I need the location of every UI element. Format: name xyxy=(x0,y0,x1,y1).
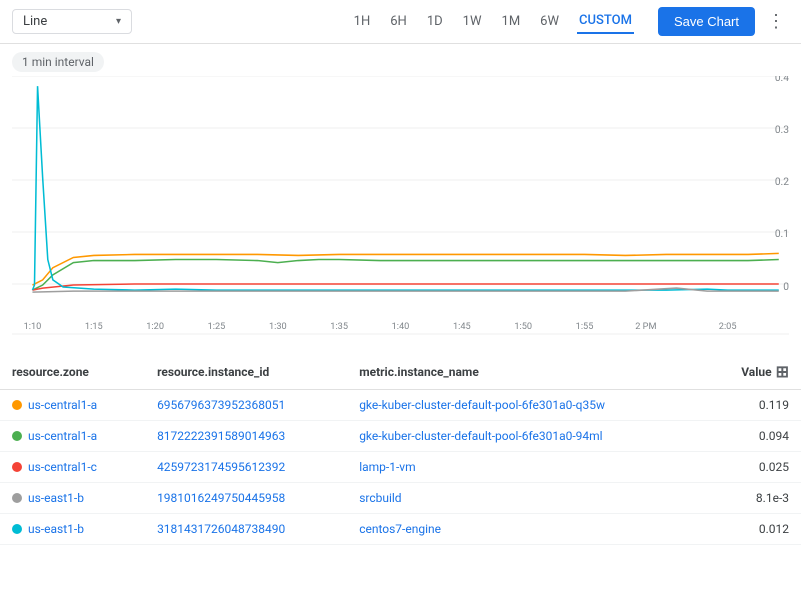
time-filter-1d[interactable]: 1D xyxy=(425,10,445,33)
svg-text:1:35: 1:35 xyxy=(330,321,348,332)
metric-name-link-0[interactable]: gke-kuber-cluster-default-pool-6fe301a0-… xyxy=(359,398,605,412)
cell-zone-0: us-central1-a xyxy=(0,390,145,421)
chart-container: 1 min interval 0.4 0.3 0.2 0.1 0 1:10 1:… xyxy=(0,44,801,354)
cell-metric-4: centos7-engine xyxy=(347,514,705,545)
time-filter-6h[interactable]: 6H xyxy=(388,10,409,33)
svg-text:1:55: 1:55 xyxy=(576,321,594,332)
col-header-instance-id: resource.instance_id xyxy=(145,354,347,390)
col-header-metric: metric.instance_name xyxy=(347,354,705,390)
chart-line-green xyxy=(32,260,778,291)
cell-zone-1: us-central1-a xyxy=(0,421,145,452)
metric-name-link-2[interactable]: lamp-1-vm xyxy=(359,460,415,474)
cell-zone-4: us-east1-b xyxy=(0,514,145,545)
cell-metric-2: lamp-1-vm xyxy=(347,452,705,483)
metrics-table: resource.zone resource.instance_id metri… xyxy=(0,354,801,545)
instance-id-link-4[interactable]: 3181431726048738490 xyxy=(157,522,285,536)
table-header-row: resource.zone resource.instance_id metri… xyxy=(0,354,801,390)
cell-instance-id-2: 4259723174595612392 xyxy=(145,452,347,483)
time-filter-1w[interactable]: 1W xyxy=(461,10,484,33)
chart-type-label: Line xyxy=(23,14,108,29)
svg-text:0.3: 0.3 xyxy=(775,125,789,136)
time-filter-1m[interactable]: 1M xyxy=(500,10,523,33)
chart-line-cyan xyxy=(32,86,778,290)
svg-text:1:45: 1:45 xyxy=(453,321,471,332)
table-row: us-east1-b 1981016249750445958 srcbuild … xyxy=(0,483,801,514)
cell-metric-3: srcbuild xyxy=(347,483,705,514)
instance-id-link-3[interactable]: 1981016249750445958 xyxy=(157,491,285,505)
col-header-zone: resource.zone xyxy=(0,354,145,390)
cell-value-1: 0.094 xyxy=(706,421,801,452)
metric-name-link-3[interactable]: srcbuild xyxy=(359,491,401,505)
table-row: us-east1-b 3181431726048738490 centos7-e… xyxy=(0,514,801,545)
zone-link-4[interactable]: us-east1-b xyxy=(28,522,84,536)
zone-link-0[interactable]: us-central1-a xyxy=(28,398,97,412)
cell-value-3: 8.1e-3 xyxy=(706,483,801,514)
instance-id-link-0[interactable]: 6956796373952368051 xyxy=(157,398,285,412)
time-filter-1h[interactable]: 1H xyxy=(352,10,373,33)
svg-text:0.1: 0.1 xyxy=(775,229,789,240)
svg-text:1:10: 1:10 xyxy=(24,321,42,332)
cell-value-0: 0.119 xyxy=(706,390,801,421)
svg-text:0: 0 xyxy=(783,282,789,293)
cell-metric-1: gke-kuber-cluster-default-pool-6fe301a0-… xyxy=(347,421,705,452)
data-table-section: resource.zone resource.instance_id metri… xyxy=(0,354,801,545)
legend-dot-1 xyxy=(12,431,22,441)
table-row: us-central1-c 4259723174595612392 lamp-1… xyxy=(0,452,801,483)
svg-text:1:40: 1:40 xyxy=(392,321,410,332)
cell-metric-0: gke-kuber-cluster-default-pool-6fe301a0-… xyxy=(347,390,705,421)
chart-type-dropdown[interactable]: Line ▾ xyxy=(12,9,132,34)
cell-instance-id-4: 3181431726048738490 xyxy=(145,514,347,545)
svg-text:1:20: 1:20 xyxy=(146,321,164,332)
metric-name-link-4[interactable]: centos7-engine xyxy=(359,522,441,536)
line-chart-svg: 0.4 0.3 0.2 0.1 0 1:10 1:15 1:20 1:25 1:… xyxy=(12,76,789,336)
zone-link-1[interactable]: us-central1-a xyxy=(28,429,97,443)
zone-link-2[interactable]: us-central1-c xyxy=(28,460,97,474)
svg-text:0.4: 0.4 xyxy=(775,76,789,84)
svg-text:2 PM: 2 PM xyxy=(635,321,656,332)
legend-dot-0 xyxy=(12,400,22,410)
svg-text:1:25: 1:25 xyxy=(208,321,226,332)
instance-id-link-2[interactable]: 4259723174595612392 xyxy=(157,460,285,474)
chart-line-orange xyxy=(32,253,778,285)
svg-text:1:30: 1:30 xyxy=(269,321,287,332)
more-options-icon[interactable]: ⋮ xyxy=(763,7,789,36)
legend-dot-3 xyxy=(12,493,22,503)
svg-text:1:15: 1:15 xyxy=(85,321,103,332)
zone-link-3[interactable]: us-east1-b xyxy=(28,491,84,505)
cell-zone-3: us-east1-b xyxy=(0,483,145,514)
header-bar: Line ▾ 1H 6H 1D 1W 1M 6W CUSTOM Save Cha… xyxy=(0,0,801,44)
svg-text:2:05: 2:05 xyxy=(719,321,737,332)
time-filter-custom[interactable]: CUSTOM xyxy=(577,9,634,34)
cell-instance-id-1: 8172222391589014963 xyxy=(145,421,347,452)
legend-dot-2 xyxy=(12,462,22,472)
cell-instance-id-3: 1981016249750445958 xyxy=(145,483,347,514)
svg-text:0.2: 0.2 xyxy=(775,177,789,188)
cell-instance-id-0: 6956796373952368051 xyxy=(145,390,347,421)
cell-value-4: 0.012 xyxy=(706,514,801,545)
chart-svg-wrapper: 0.4 0.3 0.2 0.1 0 1:10 1:15 1:20 1:25 1:… xyxy=(12,76,789,336)
table-column-icon[interactable]: ⊞ xyxy=(776,362,789,381)
interval-badge: 1 min interval xyxy=(12,52,104,72)
cell-value-2: 0.025 xyxy=(706,452,801,483)
table-row: us-central1-a 6956796373952368051 gke-ku… xyxy=(0,390,801,421)
time-filter-6w[interactable]: 6W xyxy=(538,10,561,33)
cell-zone-2: us-central1-c xyxy=(0,452,145,483)
col-header-value: Value ⊞ xyxy=(706,354,801,390)
instance-id-link-1[interactable]: 8172222391589014963 xyxy=(157,429,285,443)
time-filter-group: 1H 6H 1D 1W 1M 6W CUSTOM xyxy=(352,9,634,34)
table-row: us-central1-a 8172222391589014963 gke-ku… xyxy=(0,421,801,452)
svg-text:1:50: 1:50 xyxy=(514,321,532,332)
metric-name-link-1[interactable]: gke-kuber-cluster-default-pool-6fe301a0-… xyxy=(359,429,602,443)
save-chart-button[interactable]: Save Chart xyxy=(658,7,755,36)
dropdown-arrow-icon: ▾ xyxy=(116,16,121,27)
legend-dot-4 xyxy=(12,524,22,534)
